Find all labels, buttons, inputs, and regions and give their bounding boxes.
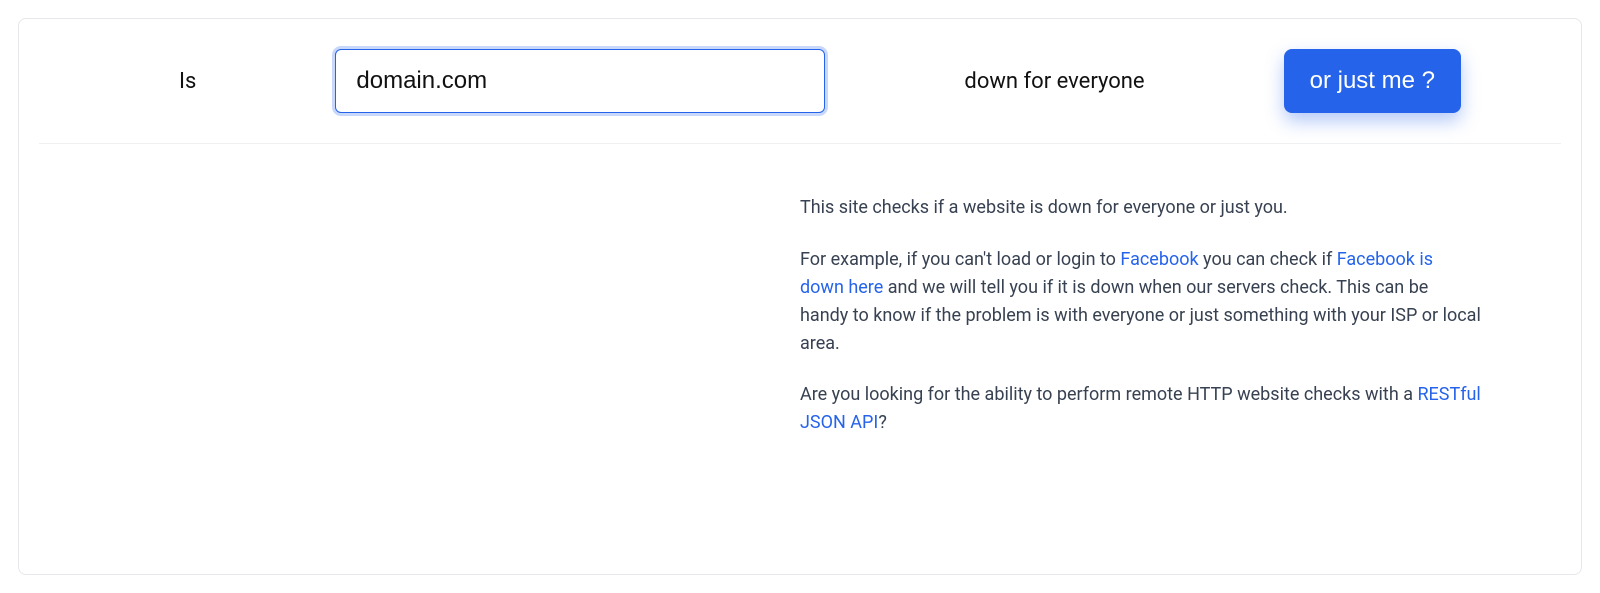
query-form-row: Is down for everyone or just me ? bbox=[39, 19, 1561, 144]
left-column bbox=[59, 194, 800, 461]
main-card: Is down for everyone or just me ? This s… bbox=[18, 18, 1582, 575]
example-paragraph: For example, if you can't load or login … bbox=[800, 246, 1481, 358]
mid-label: down for everyone bbox=[924, 69, 1184, 94]
domain-input[interactable] bbox=[335, 49, 825, 113]
intro-paragraph: This site checks if a website is down fo… bbox=[800, 194, 1481, 222]
lead-label: Is bbox=[139, 69, 236, 94]
api-paragraph: Are you looking for the ability to perfo… bbox=[800, 381, 1481, 437]
facebook-link[interactable]: Facebook bbox=[1120, 249, 1198, 270]
text-fragment: Are you looking for the ability to perfo… bbox=[800, 384, 1417, 405]
right-column: This site checks if a website is down fo… bbox=[800, 194, 1541, 461]
text-fragment: and we will tell you if it is down when … bbox=[800, 277, 1481, 354]
text-fragment: ? bbox=[878, 412, 887, 433]
check-button[interactable]: or just me ? bbox=[1284, 49, 1461, 113]
text-fragment: you can check if bbox=[1199, 249, 1337, 270]
content-row: This site checks if a website is down fo… bbox=[19, 144, 1581, 461]
text-fragment: For example, if you can't load or login … bbox=[800, 249, 1120, 270]
